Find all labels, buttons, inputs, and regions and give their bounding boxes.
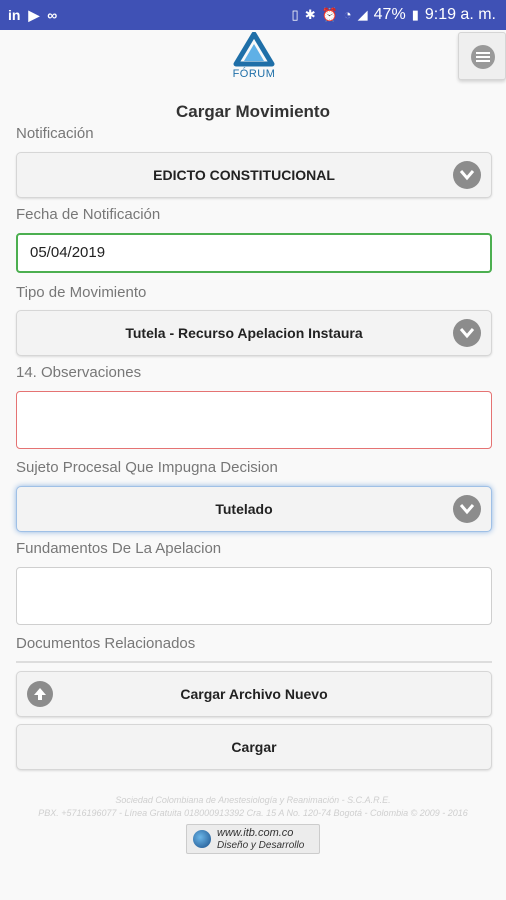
signal-icon: ◢ [357,7,368,22]
wifi-icon: ◔ [343,7,352,22]
notificacion-select[interactable]: EDICTO CONSTITUCIONAL [16,152,492,198]
page-title: Cargar Movimiento [176,102,330,121]
bluetooth-icon: ✱ [304,7,316,22]
battery-icon: ▮ [411,7,419,22]
upload-file-label: Cargar Archivo Nuevo [180,686,328,702]
vibrate-icon: ▯ [291,7,299,22]
fecha-label: Fecha de Notificación [16,206,161,223]
forum-logo: FÓRUM [228,31,280,84]
observaciones-label: 14. Observaciones [16,364,142,381]
footer: Sociedad Colombiana de Anestesiología y … [0,794,506,820]
sujeto-select[interactable]: Tutelado [16,486,492,532]
voicemail-icon: ∞ [47,7,58,23]
chevron-down-icon [453,161,481,189]
badge-subtitle: Diseño y Desarrollo [217,840,305,851]
globe-icon [193,830,211,848]
logo-icon [233,31,275,67]
observaciones-textarea[interactable] [16,391,492,449]
logo-text: FÓRUM [232,68,276,80]
chevron-down-icon [453,319,481,347]
app-header: FÓRUM [0,30,506,90]
fundamentos-textarea[interactable] [16,567,492,625]
documentos-label: Documentos Relacionados [16,635,196,652]
notificacion-label: Notificación [16,125,94,142]
battery-percent: 47% [373,6,406,23]
hamburger-icon [471,45,495,69]
tipo-value: Tutela - Recurso Apelacion Instaura [125,325,363,341]
submit-label: Cargar [231,739,277,755]
chevron-down-icon [453,495,481,523]
fecha-input[interactable]: 05/04/2019 [16,233,492,273]
status-bar: in ▶ ∞ ▯ ✱ ⏰ ◔ ◢ 47% ▮ 9:19 a. m. [0,0,506,30]
sujeto-label: Sujeto Procesal Que Impugna Decision [16,459,278,476]
notificacion-value: EDICTO CONSTITUCIONAL [153,167,335,183]
clock: 9:19 a. m. [424,6,496,23]
flipboard-icon: ▶ [28,7,40,23]
footer-line-1: Sociedad Colombiana de Anestesiología y … [115,795,391,805]
badge-url: www.itb.com.co [217,827,294,839]
fundamentos-label: Fundamentos De La Apelacion [16,540,222,557]
tipo-select[interactable]: Tutela - Recurso Apelacion Instaura [16,310,492,356]
developer-badge[interactable]: www.itb.com.co Diseño y Desarrollo [186,824,320,854]
sujeto-value: Tutelado [215,501,273,517]
linkedin-icon: in [8,7,21,23]
upload-file-button[interactable]: Cargar Archivo Nuevo [16,671,492,717]
submit-button[interactable]: Cargar [16,724,492,770]
menu-button[interactable] [458,32,506,80]
footer-line-2: PBX. +5716196077 - Línea Gratuita 018000… [38,808,468,818]
alarm-icon: ⏰ [321,7,338,22]
divider [16,661,492,663]
tipo-label: Tipo de Movimiento [16,284,147,301]
